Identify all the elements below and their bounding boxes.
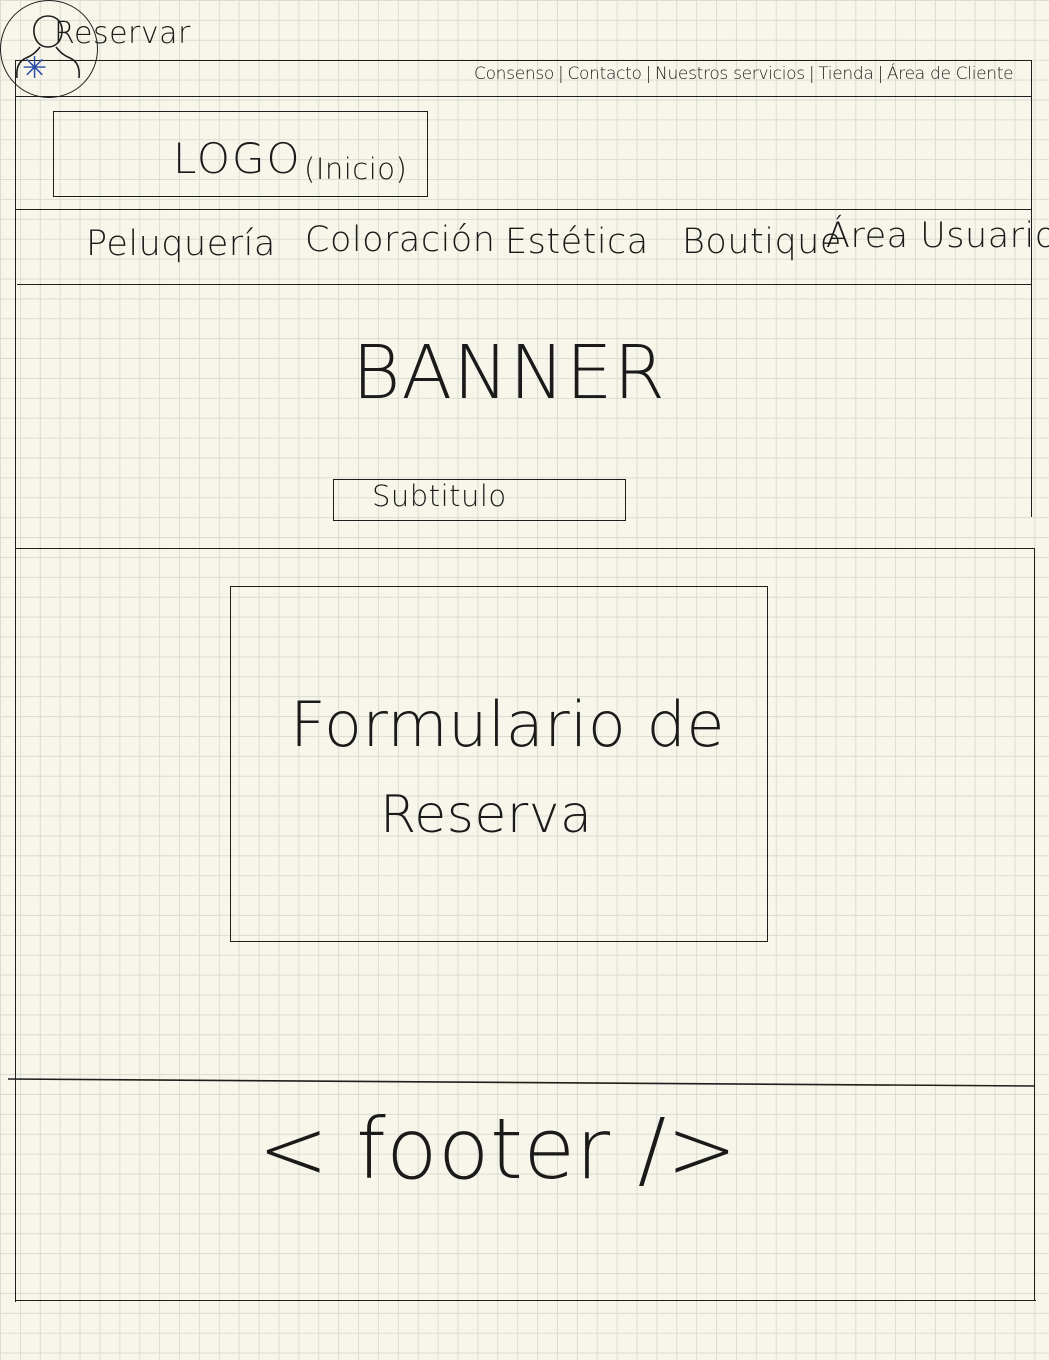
nav-item-boutique[interactable]: Boutique bbox=[682, 222, 842, 262]
user-avatar-button[interactable] bbox=[0, 0, 98, 98]
footer-placeholder: < footer /> bbox=[258, 1100, 738, 1198]
reservation-form-label-line1: Formulario de bbox=[290, 688, 726, 761]
banner-divider bbox=[15, 548, 1035, 549]
reservation-form-label-line2: Reserva bbox=[380, 785, 593, 845]
top-nav-separator: | bbox=[558, 64, 564, 84]
logo: LOGO bbox=[173, 134, 302, 183]
nav-item-coloracion[interactable]: Coloración bbox=[305, 220, 495, 260]
frame-bottom-line bbox=[15, 1300, 1036, 1301]
frame-top-line bbox=[15, 60, 1032, 61]
nav-divider bbox=[17, 284, 1032, 285]
frame-right-line-bottom bbox=[1034, 548, 1035, 1301]
footer-divider bbox=[7, 1078, 1035, 1087]
top-nav-item-area-cliente[interactable]: Área de Cliente bbox=[887, 64, 1014, 84]
banner-subtitle: Subtitulo bbox=[372, 479, 507, 513]
header-divider bbox=[15, 209, 1032, 210]
banner-title: BANNER bbox=[352, 330, 666, 416]
top-nav-item-tienda[interactable]: Tienda bbox=[818, 64, 874, 84]
frame-right-line-top bbox=[1031, 60, 1032, 517]
topbar-divider bbox=[15, 96, 1032, 97]
user-avatar-icon bbox=[16, 15, 80, 79]
top-nav-separator: | bbox=[645, 64, 652, 84]
nav-item-estetica[interactable]: Estética bbox=[505, 222, 649, 262]
top-nav-item-servicios[interactable]: Nuestros servicios bbox=[655, 64, 805, 84]
reservation-form[interactable] bbox=[230, 586, 768, 942]
logo-home-note: (Inicio) bbox=[304, 152, 408, 186]
top-nav-item-consenso[interactable]: Consenso bbox=[474, 64, 554, 84]
nav-item-area-usuario[interactable]: Área Usuario bbox=[826, 216, 1049, 256]
top-nav-separator: | bbox=[877, 64, 883, 84]
top-nav-separator: | bbox=[808, 64, 815, 84]
top-utility-nav: Consenso | Contacto | Nuestros servicios | Tie… bbox=[474, 64, 1014, 84]
top-nav-item-contacto[interactable]: Contacto bbox=[567, 64, 641, 84]
nav-item-peluqueria[interactable]: Peluquería bbox=[86, 224, 276, 264]
frame-left-line bbox=[15, 60, 16, 1302]
